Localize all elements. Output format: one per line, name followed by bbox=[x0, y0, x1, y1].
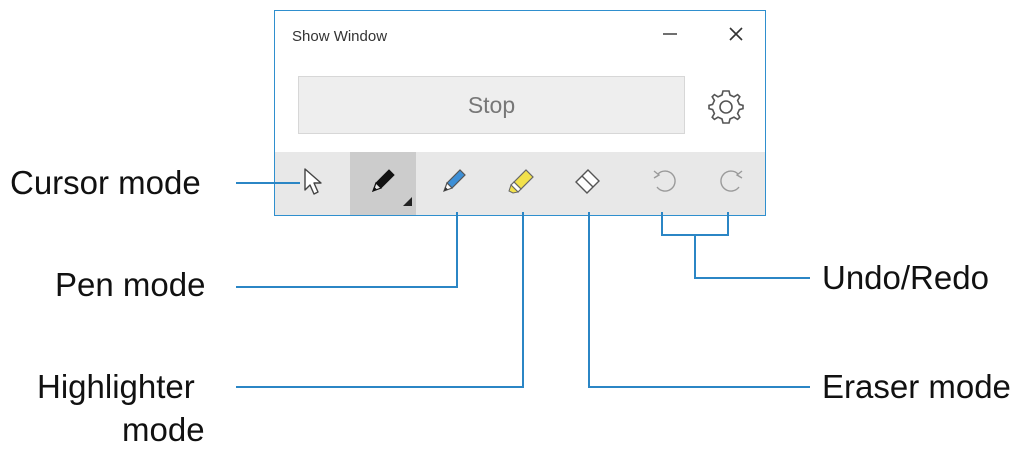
highlighter-mode-label-line1: Highlighter bbox=[37, 368, 195, 405]
eraser-mode-label: Eraser mode bbox=[822, 368, 1011, 405]
undo-redo-label: Undo/Redo bbox=[822, 259, 989, 296]
pen-mode-label: Pen mode bbox=[55, 266, 206, 303]
highlighter-mode-label-line2: mode bbox=[122, 411, 205, 448]
highlighter-mode-line bbox=[236, 212, 524, 388]
undo-redo-line bbox=[694, 235, 810, 279]
cursor-mode-label: Cursor mode bbox=[10, 164, 201, 201]
pen-mode-line bbox=[236, 212, 458, 288]
eraser-mode-line bbox=[588, 212, 810, 388]
undo-redo-bracket bbox=[661, 212, 729, 236]
